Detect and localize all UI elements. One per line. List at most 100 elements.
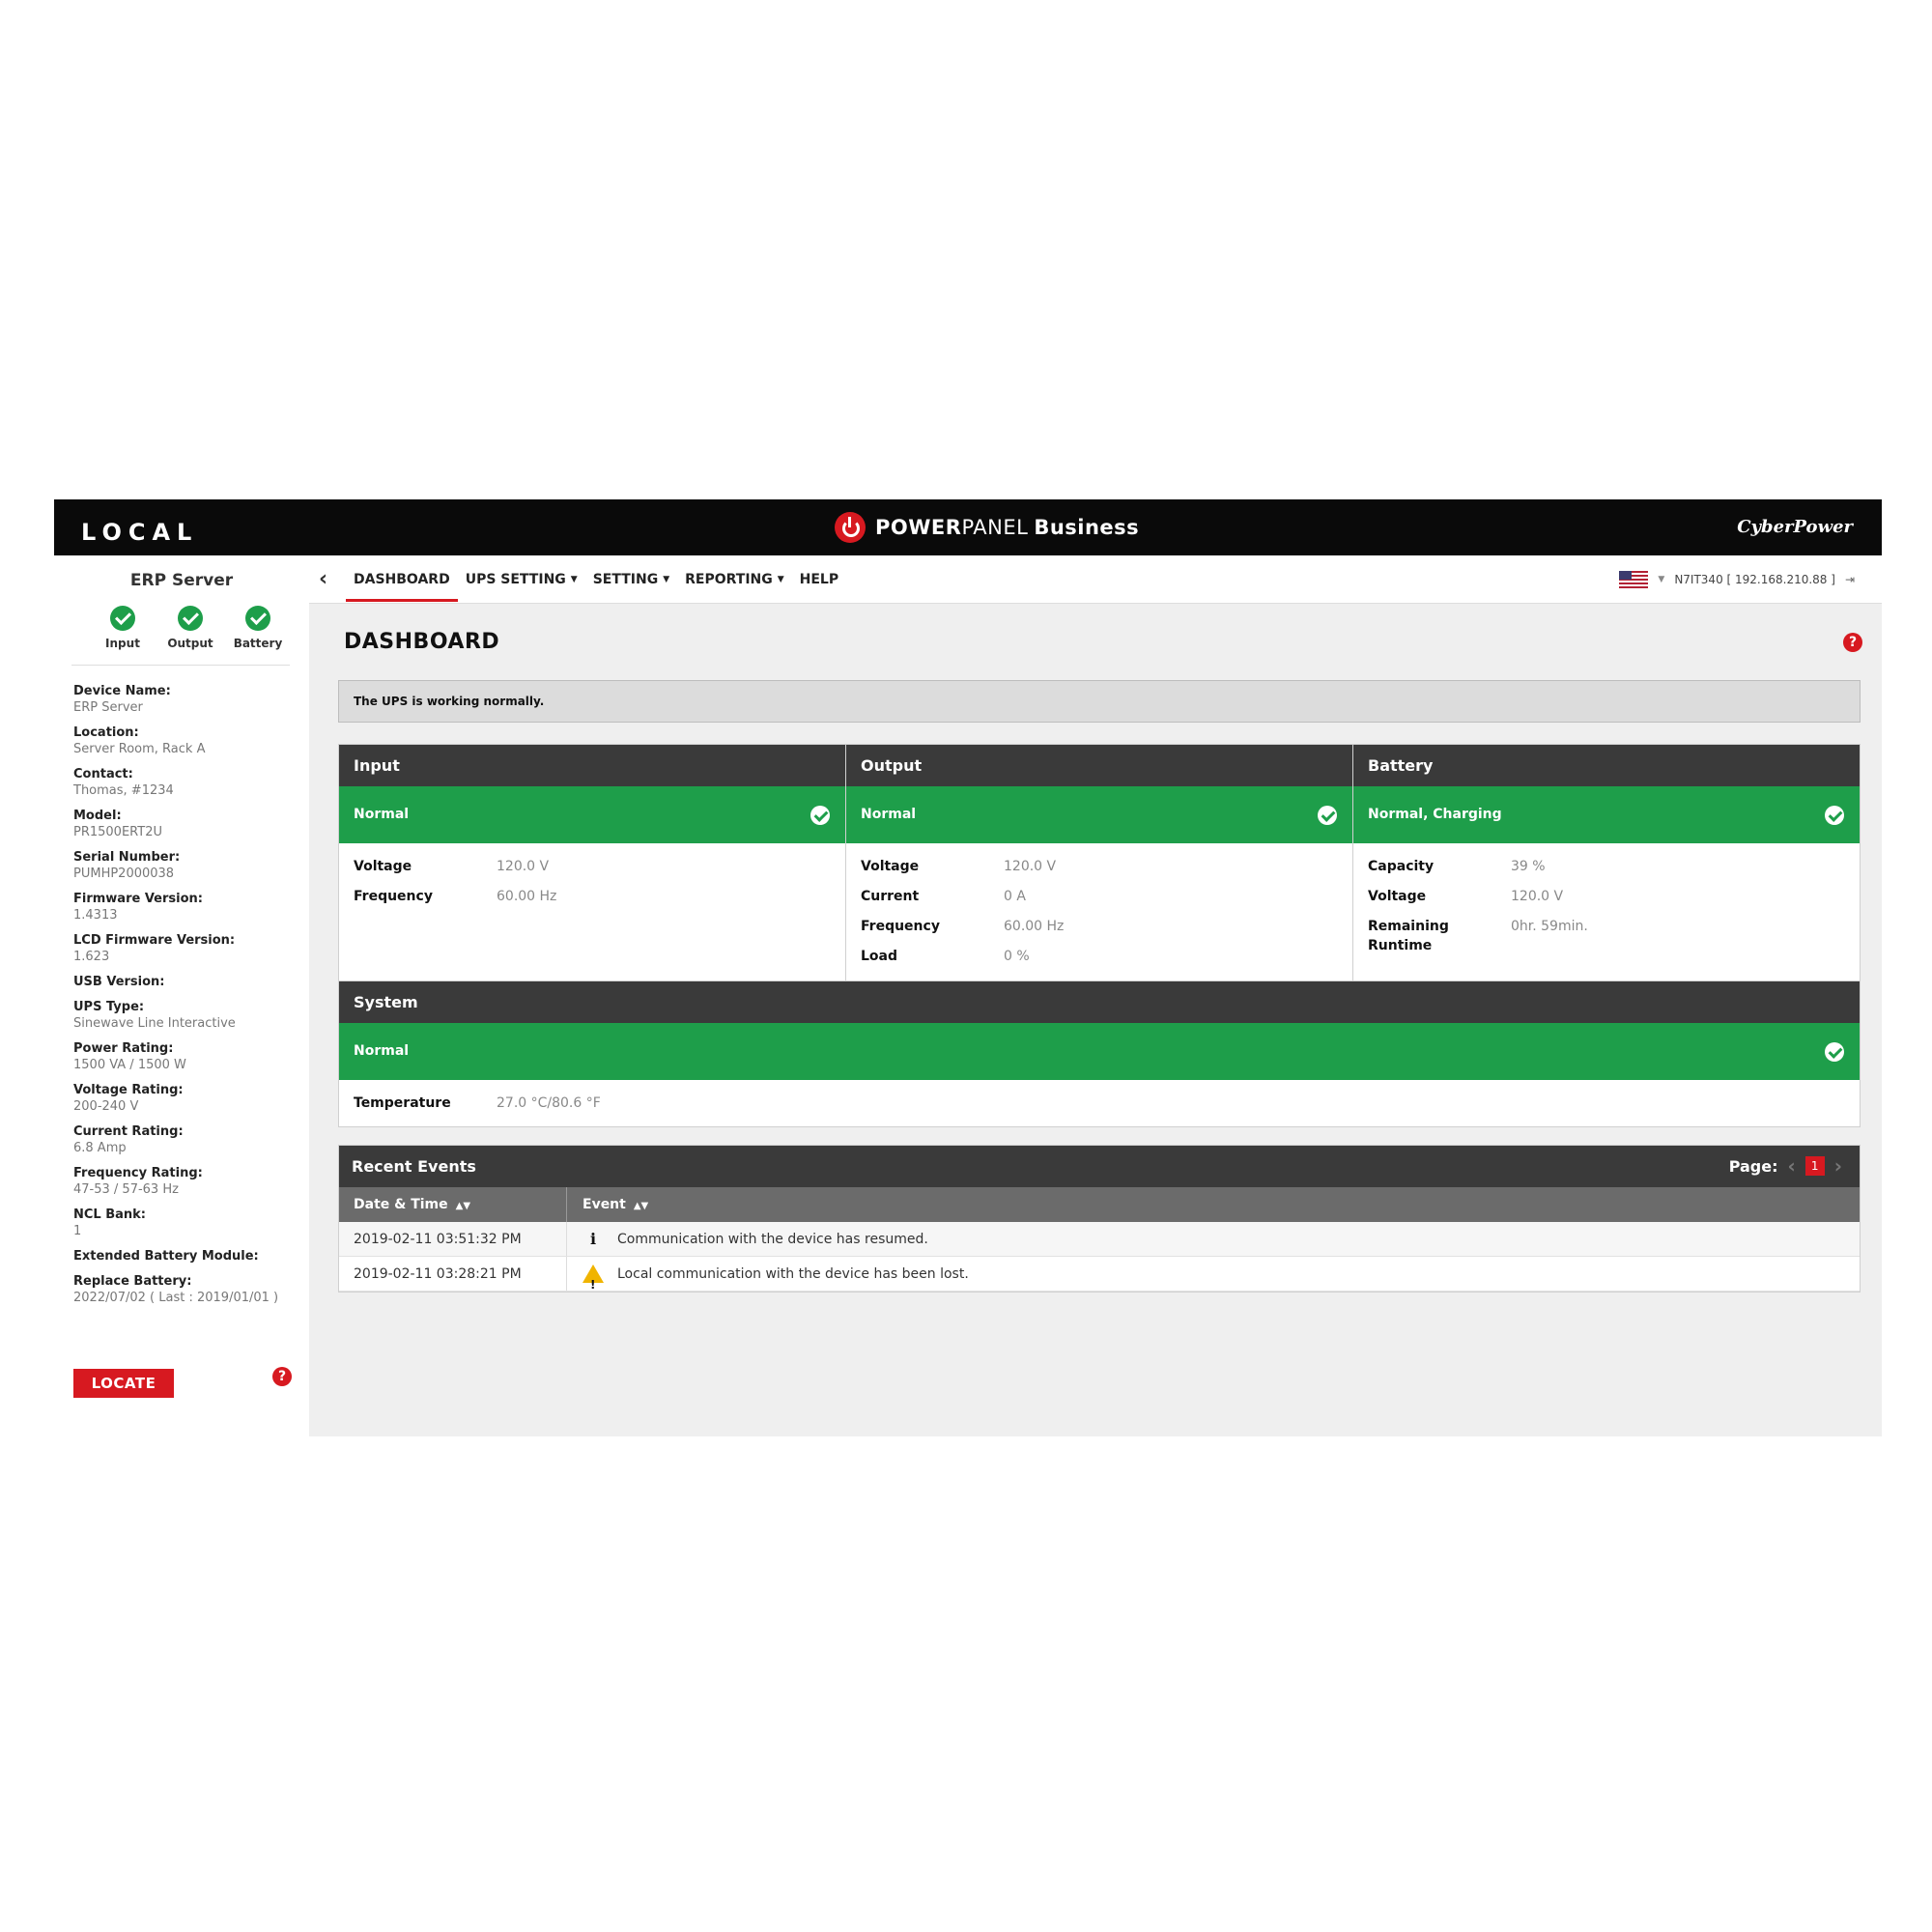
device-info-item: Extended Battery Module: [73, 1248, 296, 1264]
device-info-item: Frequency Rating: 47-53 / 57-63 Hz [73, 1165, 296, 1198]
check-circle-icon [1825, 1042, 1844, 1062]
output-status: Output [164, 606, 216, 650]
metric-value: 120.0 V [1004, 859, 1057, 874]
info-value: 2022/07/02 ( Last : 2019/01/01 ) [73, 1291, 279, 1305]
metric-value: 0hr. 59min. [1511, 919, 1588, 934]
info-value: 1.623 [73, 950, 110, 964]
device-info-item: UPS Type: Sinewave Line Interactive [73, 999, 296, 1032]
event-datetime: 2019-02-11 03:28:21 PM [339, 1257, 567, 1291]
metric-label: Load [861, 949, 898, 964]
locate-button[interactable]: LOCATE [73, 1369, 174, 1398]
event-text: Local communication with the device has … [617, 1265, 969, 1282]
info-label: Replace Battery: [73, 1274, 192, 1289]
info-value: Server Room, Rack A [73, 742, 206, 756]
nav-right: ▼ N7IT340 [ 192.168.210.88 ] ⇥ [1619, 571, 1855, 588]
metric-label: Frequency [354, 889, 433, 904]
device-title: ERP Server [129, 571, 234, 590]
check-icon [178, 606, 203, 631]
info-value: 1.4313 [73, 908, 118, 923]
info-value: PR1500ERT2U [73, 825, 162, 839]
help-icon[interactable]: ? [1843, 633, 1862, 652]
info-value: Sinewave Line Interactive [73, 1016, 236, 1031]
language-caret-icon[interactable]: ▼ [1658, 575, 1664, 584]
device-info-item: USB Version: [73, 974, 296, 990]
events-table-header: Date & Time ▲▼ Event ▲▼ [339, 1187, 1860, 1222]
check-icon [245, 606, 270, 631]
nav-item-help[interactable]: HELP [792, 555, 846, 604]
page-number-button[interactable]: 1 [1804, 1156, 1825, 1176]
caret-down-icon: ▼ [663, 575, 670, 584]
metric-label: Voltage [1368, 889, 1427, 904]
panel-body: Temperature 27.0 °C/80.6 °F [339, 1080, 1860, 1113]
next-page-icon[interactable]: › [1834, 1156, 1842, 1176]
panel-title: Output [846, 745, 1352, 786]
panel-body: Capacity 39 % Voltage 120.0 V Remaining Runt… [1353, 843, 1860, 955]
panel-title: Input [339, 745, 845, 786]
metric-row: Voltage 120.0 V [861, 857, 1338, 876]
page-label: Page: [1728, 1156, 1778, 1176]
panel-body: Voltage 120.0 V Frequency 60.00 Hz [339, 843, 845, 906]
caret-down-icon: ▼ [777, 575, 784, 584]
col-datetime[interactable]: Date & Time ▲▼ [339, 1187, 567, 1222]
panel-status: Normal, Charging [1353, 786, 1860, 843]
event-cell: i Communication with the device has resum… [567, 1222, 928, 1256]
page-title: DASHBOARD [344, 630, 500, 654]
info-label: Location: [73, 725, 139, 740]
nav-item-setting[interactable]: SETTING ▼ [585, 555, 677, 604]
info-label: Power Rating: [73, 1041, 174, 1056]
us-flag-icon[interactable] [1619, 571, 1649, 588]
check-icon [110, 606, 135, 631]
events-header: Recent Events Page: ‹ 1 › [339, 1146, 1860, 1187]
metric-label: Frequency [861, 919, 940, 934]
metric-row: Temperature 27.0 °C/80.6 °F [354, 1094, 1845, 1113]
info-value: 200-240 V [73, 1099, 139, 1114]
info-value: 6.8 Amp [73, 1141, 127, 1155]
device-info-item: Contact: Thomas, #1234 [73, 766, 296, 799]
caret-down-icon: ▼ [570, 575, 578, 584]
info-value: Thomas, #1234 [73, 783, 174, 798]
recent-events: Recent Events Page: ‹ 1 › Date & Time ▲▼ … [338, 1145, 1861, 1302]
info-value: 47-53 / 57-63 Hz [73, 1182, 179, 1197]
metric-row: Frequency 60.00 Hz [861, 917, 1338, 936]
panel-body: Voltage 120.0 V Current 0 A Frequency 60.00 H… [846, 843, 1352, 966]
info-value: 1500 VA / 1500 W [73, 1058, 186, 1072]
col-event[interactable]: Event ▲▼ [567, 1187, 648, 1222]
check-circle-icon [1318, 806, 1337, 825]
device-info-item: Firmware Version: 1.4313 [73, 891, 296, 923]
prev-page-icon[interactable]: ‹ [1788, 1156, 1796, 1176]
nav-item-reporting[interactable]: REPORTING ▼ [677, 555, 792, 604]
metric-value: 120.0 V [1511, 889, 1564, 904]
nav-item-ups-setting[interactable]: UPS SETTING ▼ [458, 555, 585, 604]
device-info-item: Replace Battery: 2022/07/02 ( Last : 2019… [73, 1273, 296, 1306]
help-icon[interactable]: ? [272, 1367, 292, 1386]
metric-value: 0 % [1004, 949, 1030, 964]
brand-name: POWERPANEL Business [875, 516, 1140, 539]
events-title: Recent Events [352, 1157, 476, 1176]
logout-icon[interactable]: ⇥ [1845, 573, 1855, 586]
info-label: Current Rating: [73, 1124, 184, 1139]
metric-label: Remaining Runtime [1368, 919, 1449, 953]
nav-menu: DASHBOARD UPS SETTING ▼ SETTING ▼ REPORTING ▼ H… [346, 555, 846, 604]
info-label: Model: [73, 809, 122, 823]
vendor-logo: CyberPower [1737, 517, 1853, 537]
table-row: 2019-02-11 03:28:21 PM Local communicatio… [339, 1257, 1860, 1302]
nav-item-dashboard[interactable]: DASHBOARD [346, 555, 458, 604]
app-window: LOCAL POWERPANEL Business CyberPower ERP … [54, 499, 1882, 1436]
mode-label: LOCAL [81, 519, 199, 546]
device-info-item: Power Rating: 1500 VA / 1500 W [73, 1040, 296, 1073]
metric-row: Voltage 120.0 V [1368, 887, 1845, 906]
host-label: N7IT340 [ 192.168.210.88 ] [1674, 573, 1835, 586]
brand-logo: POWERPANEL Business [835, 512, 1139, 543]
info-label: Voltage Rating: [73, 1083, 184, 1097]
panel-status: Normal [339, 786, 845, 843]
device-info-item: Voltage Rating: 200-240 V [73, 1082, 296, 1115]
input-status: Input [97, 606, 149, 650]
back-chevron-icon[interactable]: ‹ [319, 567, 327, 591]
event-datetime: 2019-02-11 03:51:32 PM [339, 1222, 567, 1256]
sort-icon: ▲▼ [633, 1201, 649, 1211]
device-info-item: Serial Number: PUMHP2000038 [73, 849, 296, 882]
metric-label: Capacity [1368, 859, 1435, 874]
device-info-item: Location: Server Room, Rack A [73, 724, 296, 757]
info-value: PUMHP2000038 [73, 867, 175, 881]
info-label: NCL Bank: [73, 1208, 147, 1222]
